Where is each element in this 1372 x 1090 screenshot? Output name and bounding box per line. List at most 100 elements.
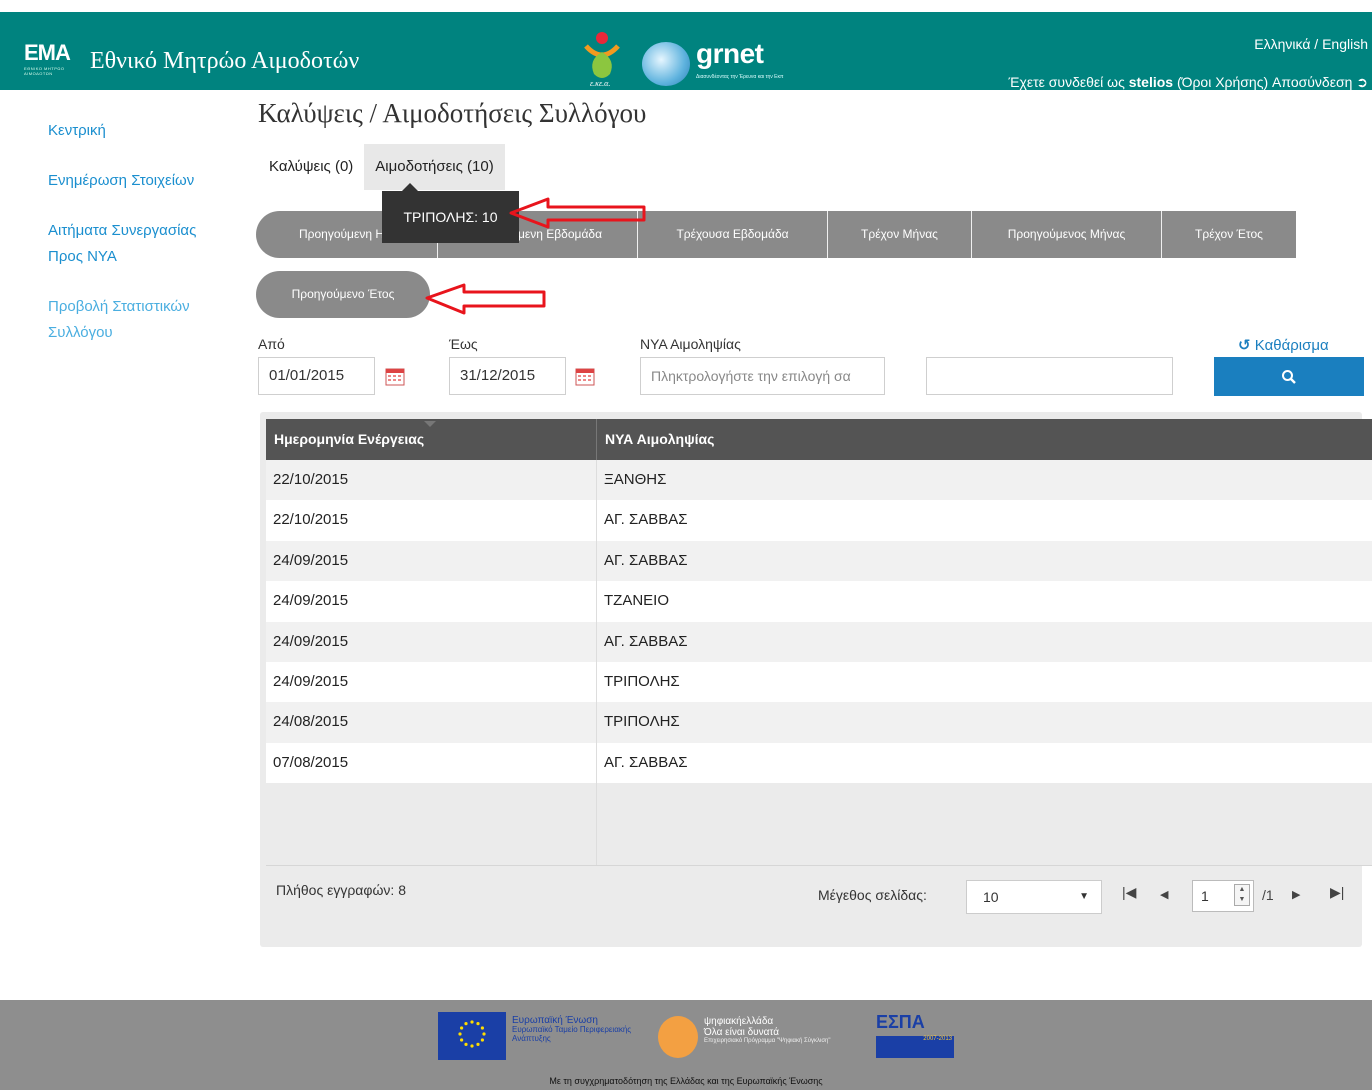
- digital-greece-logo-icon: [658, 1016, 698, 1058]
- eu-flag-icon: [438, 1012, 506, 1060]
- cell-nya: ΑΓ. ΣΑΒΒΑΣ: [604, 511, 688, 529]
- ekea-label: ε.κε.α.: [590, 79, 610, 88]
- table-row[interactable]: 24/09/2015 ΤΖΑΝΕΙΟ: [266, 581, 1372, 622]
- last-page-icon[interactable]: ▶|: [1330, 884, 1344, 901]
- cell-nya: ΑΓ. ΣΑΒΒΑΣ: [604, 632, 688, 650]
- partner-logos: ε.κε.α. grnet Διασυνδέοντας την Έρευνα κ…: [580, 30, 840, 94]
- login-info: Έχετε συνδεθεί ως stelios (Όροι Χρήσης) …: [1009, 74, 1368, 91]
- sidebar-item-cooperation-requests[interactable]: Αιτήματα Συνεργασίας Προς ΝΥΑ: [48, 218, 198, 270]
- nya-label: ΝΥΑ Αιμοληψίας: [640, 336, 741, 352]
- table-row[interactable]: 22/10/2015 ΞΑΝΘΗΣ: [266, 460, 1372, 501]
- page-size-select[interactable]: 10 ▼: [966, 880, 1102, 914]
- cell-date: 24/08/2015: [273, 713, 349, 731]
- chart-tooltip: ΤΡΙΠΟΛΗΣ: 10: [382, 183, 519, 243]
- cell-nya: ΤΖΑΝΕΙΟ: [604, 592, 670, 610]
- tab-coverages[interactable]: Καλύψεις (0): [258, 144, 365, 190]
- calendar-icon[interactable]: [575, 368, 595, 386]
- to-label: Έως: [449, 336, 478, 352]
- language-switch[interactable]: Ελληνικά / English: [1254, 36, 1368, 52]
- ekea-logo-icon: ε.κε.α.: [584, 32, 620, 88]
- tab-bar: Καλύψεις (0) Αιμοδοτήσεις (10): [258, 144, 505, 190]
- ema-logo[interactable]: ΕΜΑ ΕΘΝΙΚΟ ΜΗΤΡΩΟ ΑΙΜΟΔΟΤΩΝ: [24, 40, 74, 76]
- site-title[interactable]: Εθνικό Μητρώο Αιμοδοτών: [90, 48, 359, 75]
- sidebar-item-update-info[interactable]: Ενημέρωση Στοιχείων: [48, 168, 198, 194]
- annotation-arrow-icon: [509, 197, 646, 229]
- cell-date: 22/10/2015: [273, 471, 349, 488]
- cell-nya: ΑΓ. ΣΑΒΒΑΣ: [604, 551, 688, 569]
- sidebar-item-statistics[interactable]: Προβολή Στατιστικών Συλλόγου: [48, 294, 198, 346]
- logo-text: ΕΜΑ: [24, 40, 71, 65]
- page-size-value: 10: [983, 889, 999, 905]
- eu-title: Ευρωπαϊκή Ένωση: [512, 1015, 598, 1026]
- eu-text: Ευρωπαϊκή Ένωση Ευρωπαϊκό Ταμείο Περιφερ…: [512, 1015, 652, 1044]
- nya-input[interactable]: Πληκτρολογήστε την επιλογή σα: [640, 357, 885, 395]
- top-margin: [0, 0, 1372, 12]
- table-row[interactable]: 24/08/2015 ΤΡΙΠΟΛΗΣ: [266, 702, 1372, 743]
- digital-slogan: Όλα είναι δυνατά: [704, 1027, 780, 1038]
- column-header-nya[interactable]: ΝΥΑ Αιμοληψίας: [597, 419, 1372, 460]
- table-row[interactable]: 07/08/2015 ΑΓ. ΣΑΒΒΑΣ: [266, 742, 1372, 784]
- prev-page-icon[interactable]: ◀: [1160, 888, 1168, 901]
- table-row[interactable]: 24/09/2015 ΤΡΙΠΟΛΗΣ: [266, 661, 1372, 703]
- sort-icon[interactable]: [424, 421, 436, 428]
- terms-link[interactable]: (Όροι Χρήσης): [1177, 74, 1268, 90]
- clear-link[interactable]: ↺ Καθάρισμα: [1238, 336, 1329, 354]
- period-previous-month-button[interactable]: Προηγούμενος Μήνας: [972, 211, 1162, 258]
- to-date-input[interactable]: 31/12/2015: [449, 357, 566, 395]
- cell-nya: ΤΡΙΠΟΛΗΣ: [604, 672, 680, 690]
- username: stelios: [1128, 74, 1174, 90]
- search-icon: [1282, 370, 1296, 384]
- sidebar: Κεντρική Ενημέρωση Στοιχείων Αιτήματα Συ…: [48, 118, 228, 370]
- eu-fund: Ευρωπαϊκό Ταμείο Περιφερειακής Ανάπτυξης: [512, 1025, 632, 1043]
- cell-nya: ΑΓ. ΣΑΒΒΑΣ: [604, 753, 688, 771]
- from-date-input[interactable]: 01/01/2015: [258, 357, 375, 395]
- chevron-down-icon: ▼: [1079, 891, 1089, 902]
- from-label: Από: [258, 336, 285, 352]
- extra-filter-input[interactable]: [926, 357, 1173, 395]
- login-prefix: Έχετε συνδεθεί ως: [1008, 74, 1125, 90]
- table-row[interactable]: 22/10/2015 ΑΓ. ΣΑΒΒΑΣ: [266, 500, 1372, 541]
- site-header: ΕΜΑ ΕΘΝΙΚΟ ΜΗΤΡΩΟ ΑΙΜΟΔΟΤΩΝ Εθνικό Μητρώ…: [0, 12, 1372, 90]
- total-pages: /1: [1262, 887, 1274, 903]
- cell-date: 22/10/2015: [273, 511, 349, 529]
- grid-rows: 22/10/2015 ΞΑΝΘΗΣ 22/10/2015 ΑΓ. ΣΑΒΒΑΣ 24…: [266, 460, 1372, 784]
- page-spinner-icon[interactable]: ▲ ▼: [1234, 884, 1250, 906]
- pager-divider: [266, 865, 1372, 866]
- annotation-arrow-icon: [425, 283, 546, 315]
- clear-label: Καθάρισμα: [1254, 337, 1329, 354]
- logout-link[interactable]: Αποσύνδεση: [1272, 74, 1352, 90]
- digital-title: ψηφιακήελλάδα: [704, 1016, 774, 1027]
- cell-date: 24/09/2015: [273, 551, 349, 569]
- espa-logo: ΕΣΠΑ 2007-2013: [876, 1012, 956, 1058]
- cell-nya: ΤΡΙΠΟΛΗΣ: [604, 713, 680, 731]
- cell-date: 24/09/2015: [273, 592, 349, 610]
- refresh-icon: ↺: [1238, 337, 1251, 354]
- grid-empty-area: [266, 783, 1372, 866]
- page-size-label: Μέγεθος σελίδας:: [818, 887, 927, 903]
- period-previous-year-button[interactable]: Προηγούμενο Έτος: [256, 271, 430, 318]
- column-divider: [596, 783, 597, 866]
- next-page-icon[interactable]: ▶: [1292, 888, 1300, 901]
- grnet-label: grnet: [696, 38, 764, 69]
- page-title: Καλύψεις / Αιμοδοτήσεις Συλλόγου: [258, 98, 647, 128]
- logo-subtext: ΕΘΝΙΚΟ ΜΗΤΡΩΟ ΑΙΜΟΔΟΤΩΝ: [24, 66, 65, 76]
- period-current-month-button[interactable]: Τρέχον Μήνας: [828, 211, 972, 258]
- first-page-icon[interactable]: |◀: [1122, 884, 1136, 901]
- table-row[interactable]: 24/09/2015 ΑΓ. ΣΑΒΒΑΣ: [266, 540, 1372, 582]
- sidebar-item-home[interactable]: Κεντρική: [48, 118, 198, 144]
- calendar-icon[interactable]: [385, 368, 405, 386]
- search-button[interactable]: [1214, 357, 1364, 396]
- espa-years: 2007-2013: [876, 1036, 954, 1058]
- tab-donations[interactable]: Αιμοδοτήσεις (10): [364, 144, 505, 190]
- cell-date: 07/08/2015: [273, 753, 349, 771]
- table-row[interactable]: 24/09/2015 ΑΓ. ΣΑΒΒΑΣ: [266, 621, 1372, 662]
- logout-icon[interactable]: ➲: [1356, 74, 1368, 90]
- cell-date: 24/09/2015: [273, 672, 349, 690]
- period-current-year-button[interactable]: Τρέχον Έτος: [1162, 211, 1296, 258]
- grnet-subtitle: Διασυνδέοντας την Έρευνα και την Εκπ: [696, 74, 784, 80]
- grid-header: Ημερομηνία Ενέργειας ΝΥΑ Αιμοληψίας: [266, 419, 1372, 460]
- period-current-week-button[interactable]: Τρέχουσα Εβδομάδα: [638, 211, 828, 258]
- digital-sub: Επιχειρησιακό Πρόγραμμα "Ψηφιακή Σύγκλισ…: [704, 1038, 831, 1044]
- record-count: Πλήθος εγγραφών: 8: [276, 882, 406, 898]
- cofunding-note: Με τη συγχρηματοδότηση της Ελλάδας και τ…: [549, 1076, 823, 1086]
